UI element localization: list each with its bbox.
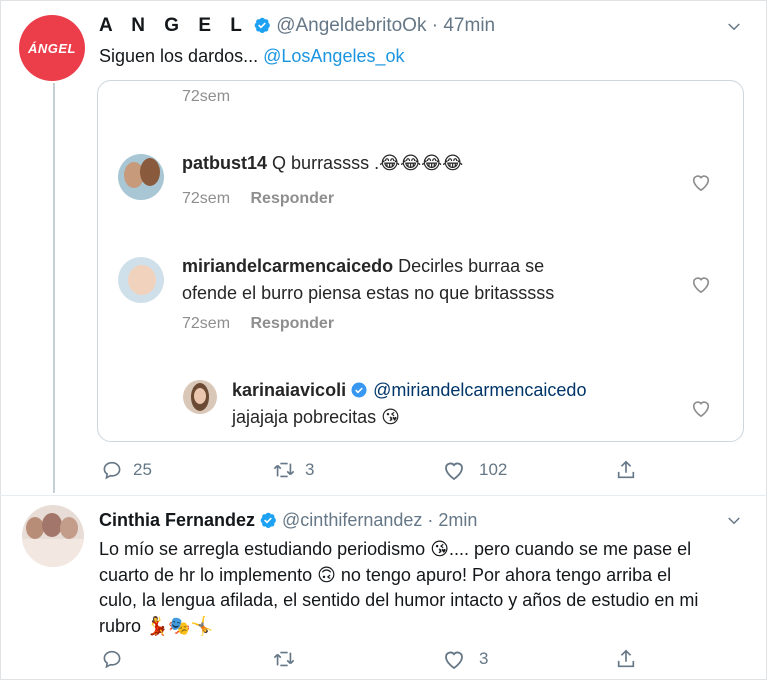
like-count: 102: [479, 460, 508, 479]
comment-meta: 72sem Responder: [182, 190, 334, 208]
comment-text: Decirles burraa se: [398, 256, 545, 276]
verified-badge-icon: [351, 382, 367, 398]
avatar[interactable]: ÁNGEL: [19, 15, 85, 81]
comment-text: Q burrassss .😂😂😂😂: [272, 153, 464, 173]
like-icon[interactable]: [442, 459, 466, 481]
thread-line: [53, 83, 55, 493]
heart-icon[interactable]: [690, 398, 712, 418]
chevron-down-icon[interactable]: [725, 512, 743, 530]
tweet-header: A N G E L @AngeldebritoOk · 47min: [99, 15, 495, 37]
comment-text: ofende el burro piensa estas no que brit…: [182, 283, 555, 303]
timestamp[interactable]: · 47min: [432, 15, 495, 36]
reply-button[interactable]: Responder: [250, 315, 334, 332]
mention-link[interactable]: @LosAngeles_ok: [263, 46, 404, 66]
display-name[interactable]: Cinthia Fernandez: [99, 510, 255, 530]
avatar[interactable]: [22, 505, 84, 567]
like-count: 3: [479, 649, 489, 668]
tweet-text-line: culo, la lengua afilada, el sentido del …: [99, 590, 699, 610]
reply-button[interactable]: Responder: [250, 190, 334, 207]
reply-count: 25: [133, 460, 152, 479]
comment-2: miriandelcarmencaicedo Decirles burraa s…: [182, 253, 652, 307]
tweet-text: Lo mío se arregla estudiando periodismo …: [99, 537, 739, 639]
reply-icon[interactable]: [101, 648, 123, 670]
retweet-icon[interactable]: [272, 648, 296, 670]
tweet-divider: [0, 495, 767, 496]
verified-badge-icon: [260, 512, 276, 528]
heart-icon[interactable]: [690, 274, 712, 294]
like-icon[interactable]: [442, 648, 466, 670]
display-name[interactable]: A N G E L: [99, 15, 249, 36]
reply-icon[interactable]: [101, 459, 123, 481]
comment-1: patbust14 Q burrassss .😂😂😂😂: [182, 150, 463, 177]
comment-meta: 72sem Responder: [182, 315, 334, 333]
handle[interactable]: @AngeldebritoOk: [276, 15, 426, 36]
comment-user[interactable]: miriandelcarmencaicedo: [182, 256, 393, 276]
retweet-count: 3: [305, 460, 315, 479]
commenter-avatar: [183, 380, 217, 414]
share-icon[interactable]: [615, 647, 637, 671]
tweet-text-line: rubro 💃🎭🤸: [99, 615, 214, 636]
tweet-text-line: Lo mío se arregla estudiando periodismo …: [99, 539, 692, 559]
commenter-avatar: [118, 257, 164, 303]
handle[interactable]: @cinthifernandez: [282, 510, 422, 530]
comment-time: 72sem: [182, 315, 231, 332]
comment-3: karinaiavicoli @miriandelcarmencaicedo j…: [232, 377, 672, 431]
tweet-text-line: cuarto de hr lo implemento 🙃 no tengo ap…: [99, 564, 672, 585]
comment-user[interactable]: patbust14: [182, 153, 267, 173]
tweet-header: Cinthia Fernandez @cinthifernandez · 2mi…: [99, 510, 477, 531]
mention-link[interactable]: @miriandelcarmencaicedo: [373, 380, 586, 400]
heart-icon[interactable]: [690, 172, 712, 192]
tweet-text-body: Siguen los dardos...: [99, 46, 259, 66]
commenter-avatar: [118, 154, 164, 200]
share-icon[interactable]: [615, 458, 637, 482]
timestamp[interactable]: · 2min: [427, 510, 477, 530]
comment-time: 72sem: [182, 190, 231, 207]
verified-badge-icon: [254, 17, 270, 33]
retweet-icon[interactable]: [272, 459, 296, 481]
comment-user[interactable]: karinaiavicoli: [232, 380, 346, 400]
chevron-down-icon[interactable]: [725, 18, 743, 36]
tweet-text: Siguen los dardos... @LosAngeles_ok: [99, 46, 405, 67]
comment-time: 72sem: [182, 88, 231, 105]
comment-text: jajajaja pobrecitas 😘: [232, 407, 400, 427]
